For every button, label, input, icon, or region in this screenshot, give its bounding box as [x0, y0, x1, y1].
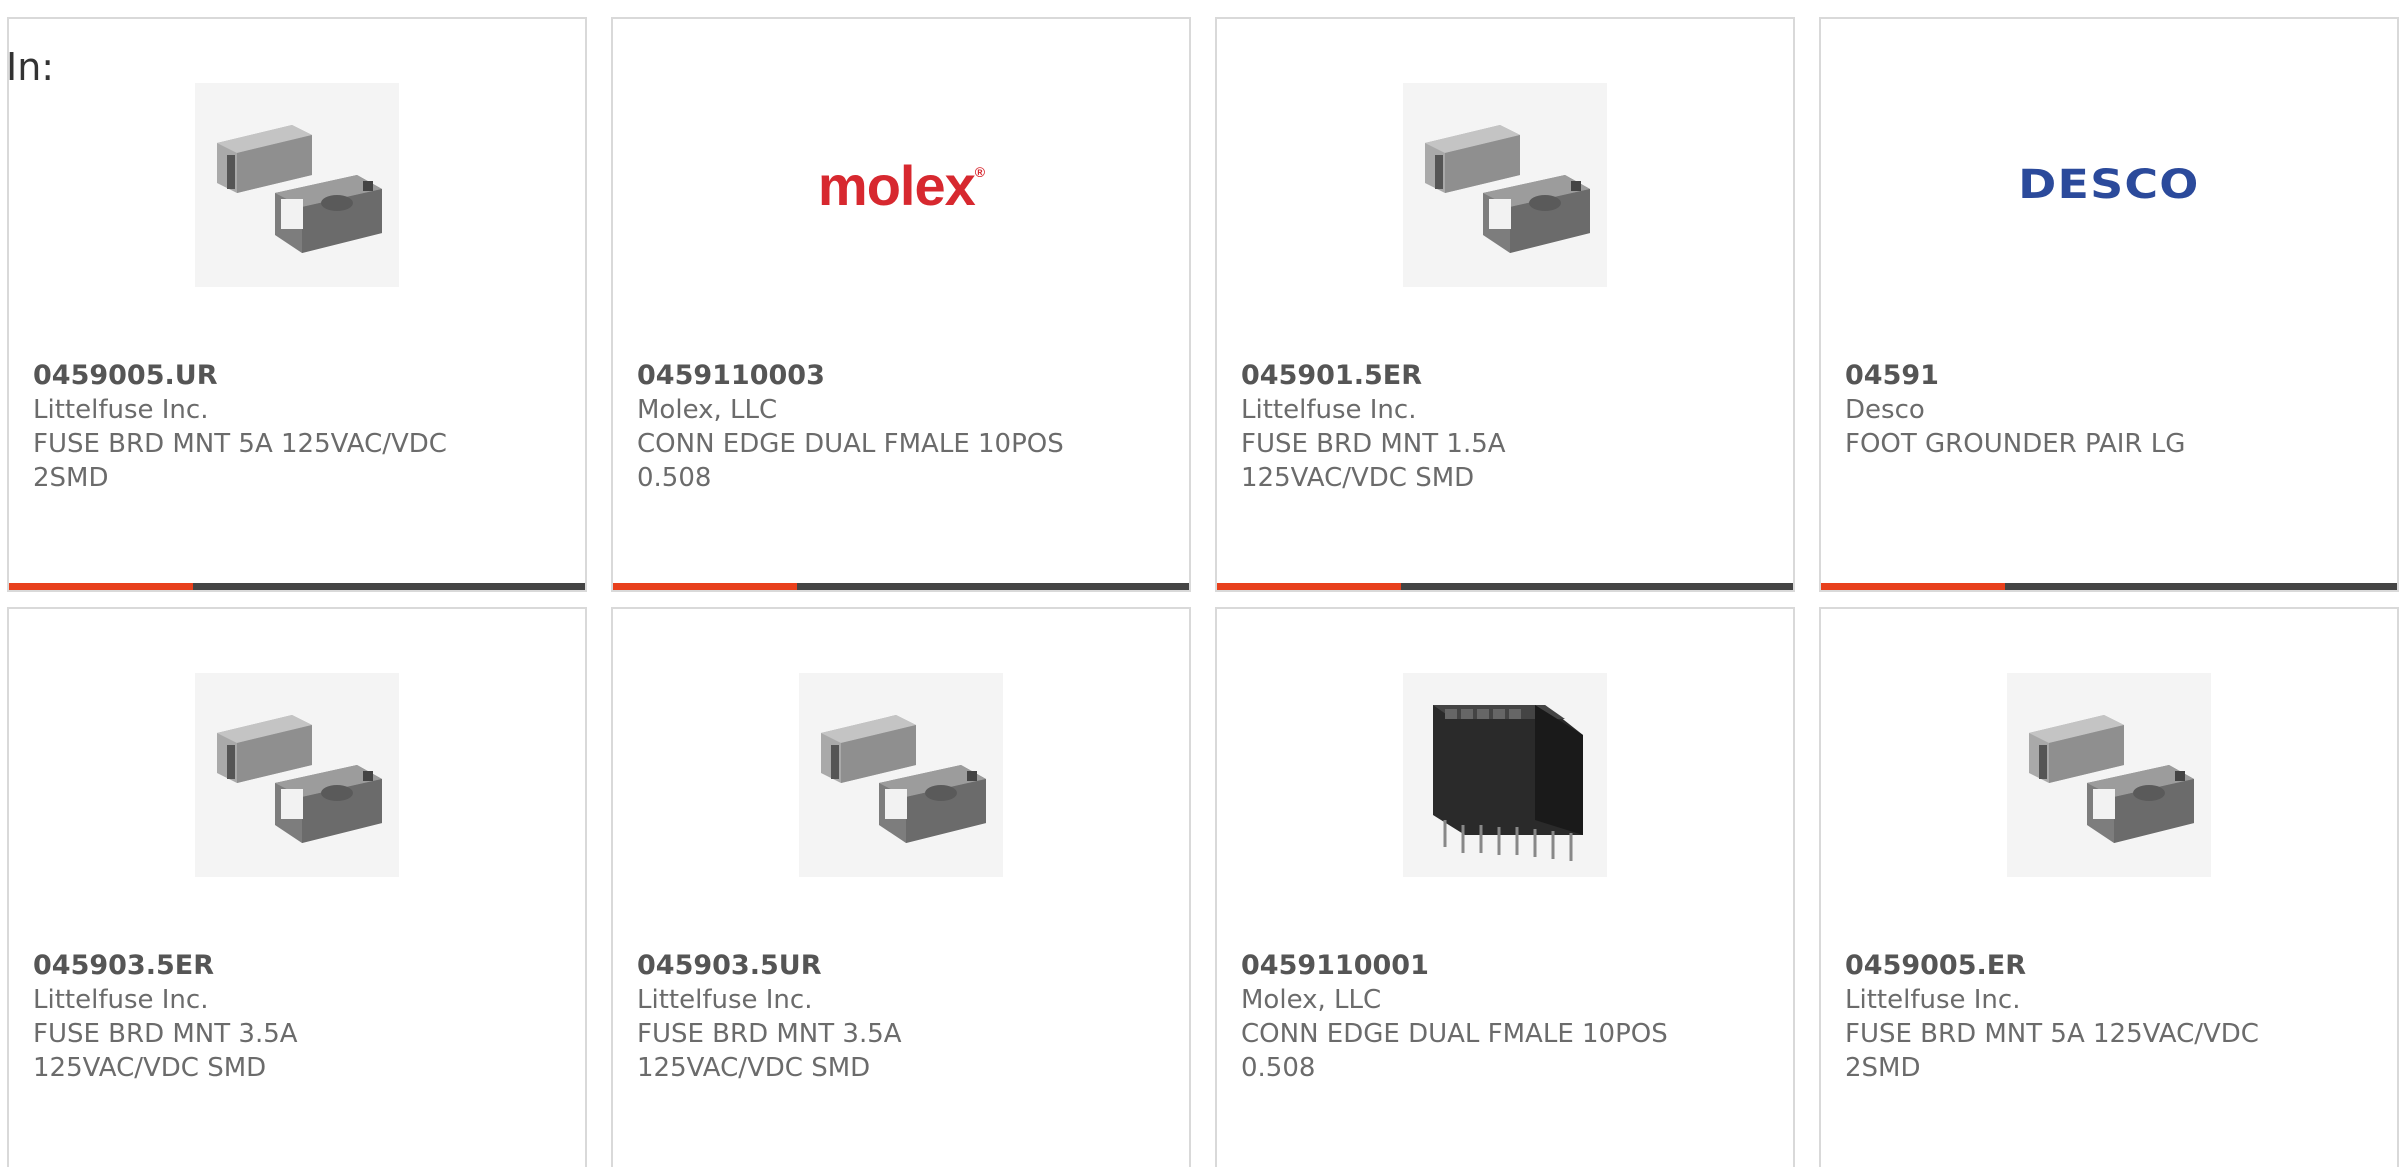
product-image[interactable]: [195, 83, 399, 287]
product-info: 0459005.ER Littelfuse Inc. FUSE BRD MNT …: [1845, 949, 2373, 1085]
product-card[interactable]: 045901.5ER Littelfuse Inc. FUSE BRD MNT …: [1215, 17, 1795, 592]
progress-bar: [9, 583, 585, 590]
product-card[interactable]: 0459005.UR Littelfuse Inc. FUSE BRD MNT …: [7, 17, 587, 592]
description: CONN EDGE DUAL FMALE 10POS 0.508: [1241, 1019, 1668, 1083]
manufacturer: Littelfuse Inc.: [33, 985, 209, 1015]
part-number[interactable]: 045901.5ER: [1241, 359, 1769, 393]
description: FUSE BRD MNT 3.5A 125VAC/VDC SMD: [33, 1019, 298, 1083]
manufacturer: Desco: [1845, 395, 1925, 425]
description: FOOT GROUNDER PAIR LG: [1845, 429, 2186, 459]
in-label: In:: [6, 45, 55, 89]
description: FUSE BRD MNT 3.5A 125VAC/VDC SMD: [637, 1019, 902, 1083]
product-image[interactable]: [1403, 83, 1607, 287]
product-info: 045903.5UR Littelfuse Inc. FUSE BRD MNT …: [637, 949, 1165, 1085]
part-number[interactable]: 0459110003: [637, 359, 1165, 393]
product-info: 0459005.UR Littelfuse Inc. FUSE BRD MNT …: [33, 359, 561, 495]
product-info: 045903.5ER Littelfuse Inc. FUSE BRD MNT …: [33, 949, 561, 1085]
product-card[interactable]: 0459005.ER Littelfuse Inc. FUSE BRD MNT …: [1819, 607, 2399, 1167]
part-number[interactable]: 04591: [1845, 359, 2373, 393]
progress-fill: [9, 583, 194, 590]
product-image[interactable]: molex®: [799, 83, 1003, 287]
desco-logo-text: DESCO: [2018, 162, 2200, 208]
product-image[interactable]: [2007, 673, 2211, 877]
manufacturer: Molex, LLC: [637, 395, 778, 425]
product-info: 0459110001 Molex, LLC CONN EDGE DUAL FMA…: [1241, 949, 1769, 1085]
product-grid: 0459005.UR Littelfuse Inc. FUSE BRD MNT …: [7, 17, 2399, 1167]
edge-connector-icon: [1433, 705, 1583, 861]
manufacturer: Littelfuse Inc.: [637, 985, 813, 1015]
product-card[interactable]: molex® 0459110003 Molex, LLC CONN EDGE D…: [611, 17, 1191, 592]
part-number[interactable]: 0459005.UR: [33, 359, 561, 393]
smd-fuse-icon: [2029, 715, 2194, 843]
product-image[interactable]: [1403, 673, 1607, 877]
smd-fuse-icon: [217, 125, 382, 253]
part-number[interactable]: 045903.5ER: [33, 949, 561, 983]
product-card[interactable]: 045903.5ER Littelfuse Inc. FUSE BRD MNT …: [7, 607, 587, 1167]
description: CONN EDGE DUAL FMALE 10POS 0.508: [637, 429, 1064, 493]
progress-fill: [1821, 583, 2006, 590]
description: FUSE BRD MNT 1.5A 125VAC/VDC SMD: [1241, 429, 1506, 493]
part-number[interactable]: 0459110001: [1241, 949, 1769, 983]
molex-logo-text: molex: [817, 153, 976, 217]
progress-fill: [613, 583, 798, 590]
manufacturer: Molex, LLC: [1241, 985, 1382, 1015]
product-image[interactable]: [799, 673, 1003, 877]
product-card[interactable]: 045903.5UR Littelfuse Inc. FUSE BRD MNT …: [611, 607, 1191, 1167]
manufacturer: Littelfuse Inc.: [1241, 395, 1417, 425]
product-info: 04591 Desco FOOT GROUNDER PAIR LG: [1845, 359, 2373, 461]
smd-fuse-icon: [217, 715, 382, 843]
progress-bar: [1821, 583, 2397, 590]
smd-fuse-icon: [821, 715, 986, 843]
desco-logo: DESCO: [2018, 162, 2199, 208]
description: FUSE BRD MNT 5A 125VAC/VDC 2SMD: [1845, 1019, 2259, 1083]
search-results-page: In: 0459005.UR Littelfuse Inc. FUSE BRD …: [0, 0, 2400, 1167]
smd-fuse-icon: [1425, 125, 1590, 253]
product-info: 045901.5ER Littelfuse Inc. FUSE BRD MNT …: [1241, 359, 1769, 495]
manufacturer: Littelfuse Inc.: [1845, 985, 2021, 1015]
description: FUSE BRD MNT 5A 125VAC/VDC 2SMD: [33, 429, 447, 493]
part-number[interactable]: 0459005.ER: [1845, 949, 2373, 983]
part-number[interactable]: 045903.5UR: [637, 949, 1165, 983]
molex-logo: molex®: [817, 153, 985, 217]
product-info: 0459110003 Molex, LLC CONN EDGE DUAL FMA…: [637, 359, 1165, 495]
product-image[interactable]: DESCO: [2007, 83, 2211, 287]
product-card[interactable]: 0459110001 Molex, LLC CONN EDGE DUAL FMA…: [1215, 607, 1795, 1167]
manufacturer: Littelfuse Inc.: [33, 395, 209, 425]
product-card[interactable]: DESCO 04591 Desco FOOT GROUNDER PAIR LG: [1819, 17, 2399, 592]
progress-bar: [1217, 583, 1793, 590]
product-image[interactable]: [195, 673, 399, 877]
progress-fill: [1217, 583, 1402, 590]
progress-bar: [613, 583, 1189, 590]
